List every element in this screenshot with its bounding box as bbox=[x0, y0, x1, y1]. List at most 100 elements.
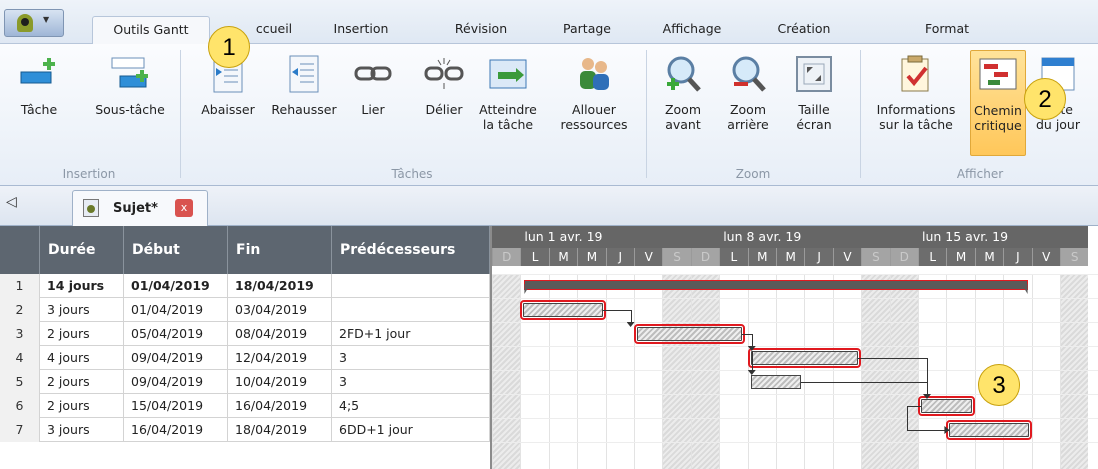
cell-duree[interactable]: 3 jours bbox=[40, 418, 124, 442]
cell-debut[interactable]: 16/04/2019 bbox=[124, 418, 228, 442]
cell-n[interactable]: 2 bbox=[0, 298, 40, 322]
day-header: D bbox=[889, 248, 918, 266]
delier-button[interactable]: Délier bbox=[422, 54, 466, 117]
group-label-zoom: Zoom bbox=[735, 167, 771, 181]
cell-fin[interactable]: 10/04/2019 bbox=[228, 370, 332, 394]
atteindre-label-2: la tâche bbox=[482, 117, 534, 132]
tab-accueil[interactable]: ccueil bbox=[246, 16, 302, 44]
tab-creation[interactable]: Création bbox=[768, 16, 840, 44]
cell-pred[interactable]: 2FD+1 jour bbox=[332, 322, 490, 346]
tache-button[interactable]: Tâche bbox=[8, 54, 70, 117]
cell-duree[interactable]: 2 jours bbox=[40, 322, 124, 346]
task-bar[interactable] bbox=[520, 300, 606, 320]
cell-debut[interactable]: 01/04/2019 bbox=[124, 298, 228, 322]
cell-pred[interactable]: 3 bbox=[332, 370, 490, 394]
cell-pred[interactable]: 3 bbox=[332, 346, 490, 370]
tab-format[interactable]: Format bbox=[912, 16, 982, 44]
table-row[interactable]: 1 14 jours 01/04/2019 18/04/2019 bbox=[0, 274, 490, 298]
cell-fin[interactable]: 18/04/2019 bbox=[228, 418, 332, 442]
tab-insertion[interactable]: Insertion bbox=[326, 16, 396, 44]
cell-duree[interactable]: 4 jours bbox=[40, 346, 124, 370]
document-tab-sujet[interactable]: Sujet* x bbox=[72, 190, 208, 226]
cell-n[interactable]: 5 bbox=[0, 370, 40, 394]
tab-affichage[interactable]: Affichage bbox=[650, 16, 734, 44]
cell-fin[interactable]: 16/04/2019 bbox=[228, 394, 332, 418]
task-bar[interactable] bbox=[634, 324, 745, 344]
zoom-arriere-button[interactable]: Zoom arrière bbox=[720, 54, 776, 132]
cell-fin[interactable]: 18/04/2019 bbox=[228, 274, 332, 298]
atteindre-tache-button[interactable]: Atteindre la tâche bbox=[472, 54, 544, 132]
document-tab-label: Sujet* bbox=[113, 201, 158, 216]
cell-debut[interactable]: 01/04/2019 bbox=[124, 274, 228, 298]
sous-tache-button[interactable]: Sous-tâche bbox=[84, 54, 176, 117]
cell-n[interactable]: 1 bbox=[0, 274, 40, 298]
app-menu-button[interactable]: ▼ bbox=[4, 9, 64, 37]
document-tab-bar: ◁ Sujet* x bbox=[0, 186, 1098, 226]
table-row[interactable]: 32 jours 05/04/2019 08/04/2019 2FD+1 jour bbox=[0, 322, 490, 346]
summary-bar[interactable] bbox=[524, 280, 1028, 290]
tab-outils-gantt[interactable]: Outils Gantt bbox=[92, 16, 210, 45]
taille-label-1: Taille bbox=[798, 102, 830, 117]
column-header-fin[interactable]: Fin bbox=[228, 226, 332, 274]
weekend-column bbox=[690, 274, 720, 469]
table-row[interactable]: 44 jours 09/04/2019 12/04/2019 3 bbox=[0, 346, 490, 370]
chemin-label-2: critique bbox=[974, 118, 1022, 133]
cell-fin[interactable]: 03/04/2019 bbox=[228, 298, 332, 322]
day-header: M bbox=[974, 248, 1004, 266]
allouer-ressources-button[interactable]: Allouer ressources bbox=[552, 54, 636, 132]
day-gridline bbox=[946, 274, 948, 469]
cell-debut[interactable]: 09/04/2019 bbox=[124, 346, 228, 370]
row-gridline bbox=[492, 298, 1098, 299]
column-header-debut[interactable]: Début bbox=[124, 226, 228, 274]
link-icon bbox=[353, 54, 393, 94]
chemin-critique-button[interactable]: Chemin critique bbox=[970, 50, 1026, 156]
cell-pred[interactable]: 6DD+1 jour bbox=[332, 418, 490, 442]
cell-n[interactable]: 7 bbox=[0, 418, 40, 442]
cell-fin[interactable]: 08/04/2019 bbox=[228, 322, 332, 346]
taille-ecran-button[interactable]: Taille écran bbox=[788, 54, 840, 132]
lier-button[interactable]: Lier bbox=[352, 54, 394, 117]
cell-n[interactable]: 3 bbox=[0, 322, 40, 346]
cell-debut[interactable]: 15/04/2019 bbox=[124, 394, 228, 418]
column-header-predecesseurs[interactable]: Prédécesseurs bbox=[332, 226, 490, 274]
cell-duree[interactable]: 3 jours bbox=[40, 298, 124, 322]
cell-pred[interactable] bbox=[332, 298, 490, 322]
zoom-avant-label-1: Zoom bbox=[664, 102, 702, 117]
task-bar[interactable] bbox=[750, 375, 802, 389]
task-bar[interactable] bbox=[918, 396, 975, 416]
day-gridline bbox=[1060, 274, 1061, 469]
rehausser-button[interactable]: Rehausser bbox=[262, 54, 346, 117]
table-row[interactable]: 23 jours 01/04/2019 03/04/2019 bbox=[0, 298, 490, 322]
day-header: M bbox=[548, 248, 578, 266]
cell-debut[interactable]: 09/04/2019 bbox=[124, 370, 228, 394]
cell-pred[interactable] bbox=[332, 274, 490, 298]
table-row[interactable]: 62 jours 15/04/2019 16/04/2019 4;5 bbox=[0, 394, 490, 418]
cell-duree[interactable]: 2 jours bbox=[40, 394, 124, 418]
cell-duree[interactable]: 14 jours bbox=[40, 274, 124, 298]
lier-label: Lier bbox=[361, 102, 385, 117]
day-header: L bbox=[918, 248, 947, 266]
rehausser-label: Rehausser bbox=[271, 102, 337, 117]
cell-debut[interactable]: 05/04/2019 bbox=[124, 322, 228, 346]
task-bar[interactable] bbox=[946, 420, 1032, 440]
informations-tache-button[interactable]: Informations sur la tâche bbox=[864, 54, 968, 132]
day-header: J bbox=[605, 248, 634, 266]
column-header-duree[interactable]: Durée bbox=[40, 226, 124, 274]
tab-revision[interactable]: Révision bbox=[446, 16, 516, 44]
zoom-avant-button[interactable]: Zoom avant bbox=[658, 54, 708, 132]
cell-duree[interactable]: 2 jours bbox=[40, 370, 124, 394]
task-bar[interactable] bbox=[747, 348, 862, 368]
close-icon[interactable]: x bbox=[175, 199, 193, 217]
abaisser-label: Abaisser bbox=[201, 102, 255, 117]
cell-n[interactable]: 6 bbox=[0, 394, 40, 418]
tab-partage[interactable]: Partage bbox=[552, 16, 622, 44]
cell-fin[interactable]: 12/04/2019 bbox=[228, 346, 332, 370]
table-row[interactable]: 73 jours 16/04/2019 18/04/2019 6DD+1 jour bbox=[0, 418, 490, 442]
table-row[interactable]: 52 jours 09/04/2019 10/04/2019 3 bbox=[0, 370, 490, 394]
group-label-insertion: Insertion bbox=[62, 167, 116, 181]
day-header: M bbox=[776, 248, 805, 266]
cell-pred[interactable]: 4;5 bbox=[332, 394, 490, 418]
cell-n[interactable]: 4 bbox=[0, 346, 40, 370]
chevron-left-icon[interactable]: ◁ bbox=[6, 194, 17, 210]
allouer-label-2: ressources bbox=[560, 117, 628, 132]
